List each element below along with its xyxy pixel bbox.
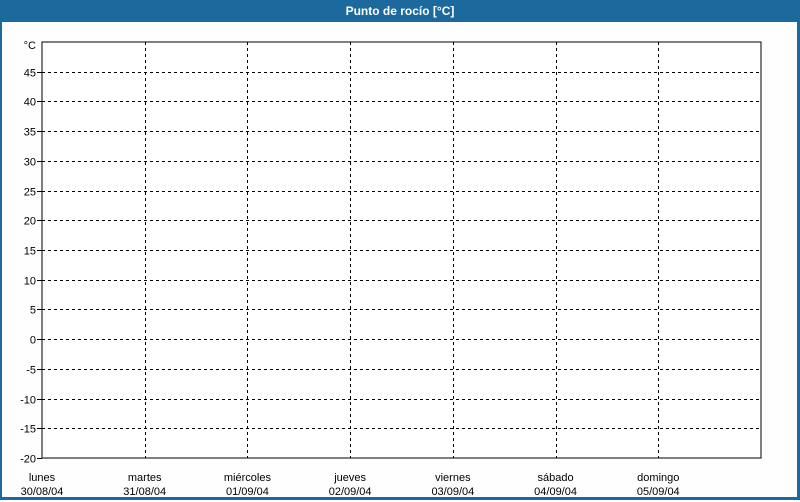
y-axis-tick-label: -20: [20, 454, 36, 466]
y-axis-tick-label: -10: [20, 395, 36, 407]
y-axis-tick-label: -5: [26, 365, 36, 377]
x-axis-date-label: 04/09/04: [534, 486, 577, 497]
x-axis-day-label: miércoles: [224, 472, 272, 484]
x-axis-day-label: jueves: [333, 472, 366, 484]
y-axis-tick-label: 35: [24, 127, 36, 139]
title-bar: Punto de rocío [°C]: [0, 0, 800, 22]
y-axis-tick-label: 15: [24, 246, 36, 258]
x-axis-date-label: 03/09/04: [431, 486, 474, 497]
x-axis-day-label: sábado: [538, 472, 574, 484]
chart-svg: 45 40 35 30 25 20 15 10 5 0 -5 -10 -15 -20 °C lunes 30/0…: [20, 40, 762, 498]
x-axis-day-label: viernes: [435, 472, 471, 484]
y-axis-tick-label: 45: [24, 68, 36, 80]
y-axis-tick-label: 0: [30, 335, 36, 347]
y-axis-tick-label: -15: [20, 424, 36, 436]
x-axis-date-label: 05/09/04: [637, 486, 680, 497]
y-axis-tick-label: 5: [30, 305, 36, 317]
y-axis-tick-label: 25: [24, 187, 36, 199]
chart-title: Punto de rocío [°C]: [345, 4, 455, 18]
x-axis-day-label: martes: [128, 472, 162, 484]
plot-background: [42, 42, 761, 458]
y-axis-tick-label: 10: [24, 276, 36, 288]
x-axis-day-label: lunes: [29, 472, 56, 484]
y-axis-tick-label: 30: [24, 157, 36, 169]
x-axis-date-label: 31/08/04: [123, 486, 166, 497]
chart-area: 45 40 35 30 25 20 15 10 5 0 -5 -10 -15 -20 °C lunes 30/0…: [0, 22, 800, 498]
y-axis-tick-label: 20: [24, 216, 36, 228]
chart-window: Punto de rocío [°C] 45 40 35 30 25 20 15 10 5 0 -5…: [0, 0, 800, 500]
x-axis-date-label: 02/09/04: [329, 486, 372, 497]
y-axis-tick-label: 40: [24, 97, 36, 109]
x-axis-date-label: 30/08/04: [21, 486, 64, 497]
x-axis-date-label: 01/09/04: [226, 486, 269, 497]
x-axis-day-label: domingo: [637, 472, 679, 484]
y-axis-unit-label: °C: [24, 40, 36, 52]
